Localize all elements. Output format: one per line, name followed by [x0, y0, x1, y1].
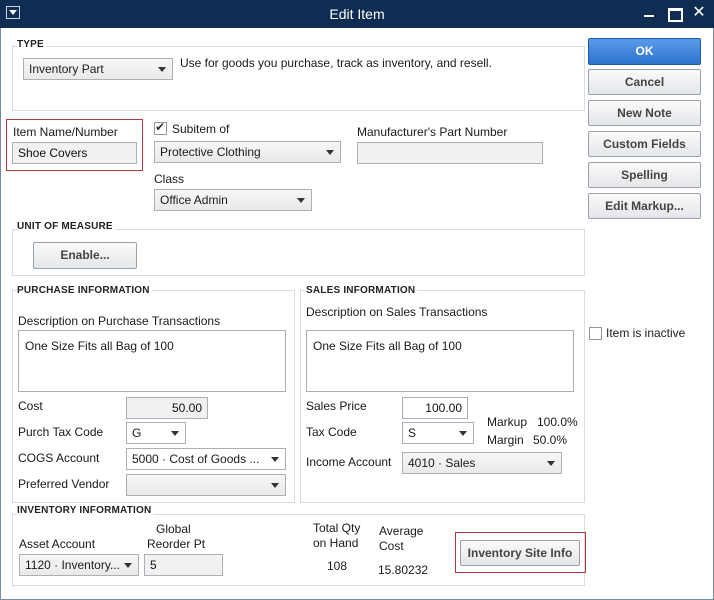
item-inactive-label: Item is inactive: [606, 326, 686, 340]
chevron-down-icon: [158, 67, 166, 72]
qty-label-line2: on Hand: [313, 536, 359, 550]
sales-tax-code-label: Tax Code: [306, 425, 357, 439]
qty-label-line1: Total Qty: [313, 521, 361, 535]
subitem-checkbox[interactable]: [154, 120, 167, 135]
sales-group-title: SALES INFORMATION: [306, 285, 418, 296]
markup-value: 100.0%: [537, 415, 578, 429]
cost-field[interactable]: 50.00: [126, 397, 208, 419]
cancel-button[interactable]: Cancel: [588, 69, 701, 95]
income-account-label: Income Account: [306, 455, 392, 469]
mpn-field[interactable]: [357, 142, 543, 164]
purchase-desc-field[interactable]: One Size Fits all Bag of 100: [18, 330, 286, 392]
reorder-label-line2: Reorder Pt: [147, 537, 206, 551]
item-inactive-checkbox[interactable]: [589, 327, 602, 340]
inventory-site-info-button[interactable]: Inventory Site Info: [460, 540, 580, 566]
chevron-down-icon: [326, 150, 334, 155]
chevron-down-icon: [271, 457, 279, 462]
preferred-vendor-label: Preferred Vendor: [18, 477, 110, 491]
asset-account-value: 1120 · Inventory...: [25, 558, 120, 572]
uom-enable-button[interactable]: Enable...: [33, 242, 137, 269]
qty-on-hand-value: 108: [327, 559, 348, 573]
class-label: Class: [154, 172, 185, 186]
type-description: Use for goods you purchase, track as inv…: [180, 56, 492, 70]
reorder-label-line1: Global: [156, 522, 191, 536]
subitem-select[interactable]: Protective Clothing: [154, 141, 341, 163]
reorder-point-field[interactable]: 5: [144, 554, 223, 576]
maximize-icon[interactable]: [665, 4, 683, 22]
minimize-icon[interactable]: [640, 4, 658, 22]
chevron-down-icon: [459, 431, 467, 436]
custom-fields-button[interactable]: Custom Fields: [588, 131, 701, 157]
purchase-group-title: PURCHASE INFORMATION: [17, 285, 152, 296]
asset-account-select[interactable]: 1120 · Inventory...: [19, 554, 139, 576]
purch-tax-code-value: G: [132, 426, 142, 440]
item-type-select[interactable]: Inventory Part: [23, 58, 173, 80]
sales-tax-code-value: S: [408, 426, 417, 440]
margin-value: 50.0%: [533, 433, 568, 447]
edit-markup-button[interactable]: Edit Markup...: [588, 193, 701, 219]
chevron-down-icon: [297, 198, 305, 203]
chevron-down-icon: [271, 483, 279, 488]
title-bar: Edit Item ✕: [0, 0, 714, 28]
ok-button[interactable]: OK: [588, 38, 701, 65]
subitem-value: Protective Clothing: [160, 145, 261, 159]
type-group-title: TYPE: [17, 39, 46, 50]
new-note-button[interactable]: New Note: [588, 100, 701, 126]
avg-cost-label-line1: Average: [379, 524, 424, 538]
item-name-label: Item Name/Number: [13, 125, 118, 139]
subitem-label: Subitem of: [172, 122, 230, 136]
class-select[interactable]: Office Admin: [154, 189, 312, 211]
cogs-account-value: 5000 · Cost of Goods ...: [132, 452, 260, 466]
mpn-label: Manufacturer's Part Number: [357, 125, 508, 139]
chevron-down-icon: [547, 461, 555, 466]
avg-cost-label-line2: Cost: [379, 539, 404, 553]
preferred-vendor-select[interactable]: [126, 474, 286, 496]
markup-label: Markup: [487, 415, 528, 429]
purch-tax-code-label: Purch Tax Code: [18, 425, 104, 439]
avg-cost-value: 15.80232: [378, 563, 429, 577]
item-type-value: Inventory Part: [29, 62, 104, 76]
class-value: Office Admin: [160, 193, 228, 207]
sales-desc-field[interactable]: One Size Fits all Bag of 100: [306, 330, 574, 392]
sales-price-field[interactable]: 100.00: [402, 397, 468, 419]
inventory-group-title: INVENTORY INFORMATION: [17, 505, 154, 516]
asset-account-label: Asset Account: [19, 537, 96, 551]
purch-tax-code-select[interactable]: G: [126, 422, 186, 444]
item-name-field[interactable]: Shoe Covers: [12, 142, 137, 164]
sales-tax-code-select[interactable]: S: [402, 422, 474, 444]
sales-price-label: Sales Price: [306, 399, 367, 413]
income-account-select[interactable]: 4010 · Sales: [402, 452, 562, 474]
income-account-value: 4010 · Sales: [408, 456, 476, 470]
margin-label: Margin: [487, 433, 524, 447]
cogs-account-select[interactable]: 5000 · Cost of Goods ...: [126, 448, 286, 470]
purchase-desc-label: Description on Purchase Transactions: [18, 314, 221, 328]
chevron-down-icon: [124, 563, 132, 568]
edit-item-dialog: TYPE Inventory Part Use for goods you pu…: [0, 28, 714, 600]
window-title: Edit Item: [329, 6, 385, 22]
uom-group-title: UNIT OF MEASURE: [17, 221, 115, 232]
cost-label: Cost: [18, 399, 43, 413]
sales-desc-label: Description on Sales Transactions: [306, 305, 488, 319]
cogs-account-label: COGS Account: [18, 451, 100, 465]
spelling-button[interactable]: Spelling: [588, 162, 701, 188]
close-icon[interactable]: ✕: [690, 4, 708, 22]
chevron-down-icon: [171, 431, 179, 436]
